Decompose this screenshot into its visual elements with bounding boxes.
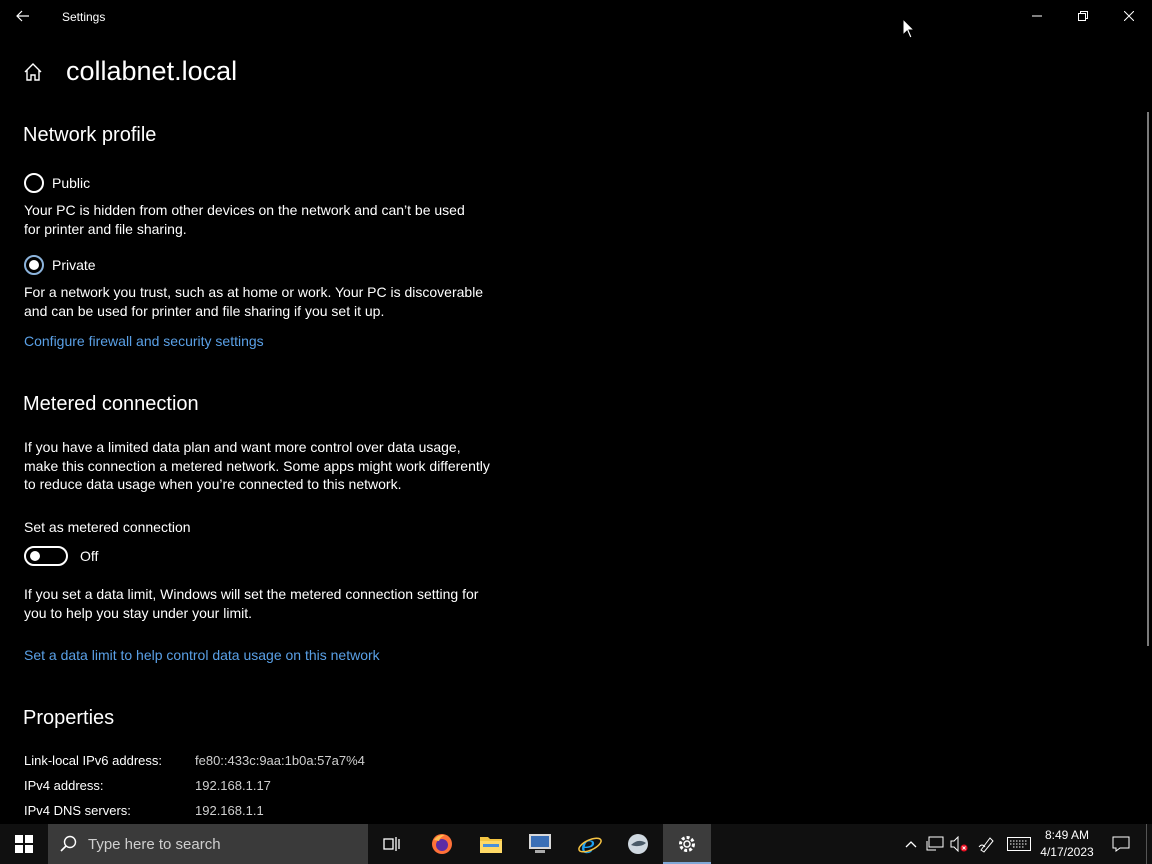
metered-description: If you have a limited data plan and want… [24, 439, 490, 492]
task-view-button[interactable] [368, 824, 416, 864]
close-button[interactable] [1106, 0, 1152, 32]
dns-value: 192.168.1.1 [195, 803, 264, 818]
volume-tray-button[interactable] [948, 824, 970, 864]
close-icon [1124, 11, 1134, 21]
network-icon [926, 836, 944, 851]
metered-connection-heading: Metered connection [23, 393, 199, 415]
back-arrow-icon [16, 10, 29, 22]
volume-muted-icon [950, 836, 968, 852]
private-description: For a network you trust, such as at home… [24, 284, 484, 319]
firefox-icon [432, 834, 452, 854]
restore-icon [1078, 11, 1088, 21]
settings-window: Settings collabnet.local Network profile… [0, 0, 1152, 824]
chevron-up-icon [905, 841, 917, 848]
private-label: Private [52, 257, 96, 273]
restore-button[interactable] [1060, 0, 1106, 32]
page-title: collabnet.local [66, 56, 238, 86]
taskbar-search-input[interactable]: Type here to search [48, 824, 368, 864]
firefox-taskbar-button[interactable] [418, 824, 466, 864]
metered-toggle[interactable] [24, 546, 68, 566]
file-explorer-taskbar-button[interactable] [467, 824, 515, 864]
clock-date: 4/17/2023 [1040, 845, 1094, 859]
data-limit-description: If you set a data limit, Windows will se… [24, 586, 479, 621]
start-button[interactable] [0, 824, 48, 864]
back-button[interactable] [0, 0, 46, 32]
clock-time: 8:49 AM [1044, 828, 1090, 842]
search-icon [60, 835, 78, 853]
public-radio-option[interactable]: Public [24, 173, 90, 193]
settings-taskbar-button[interactable] [663, 824, 711, 864]
metered-toggle-label: Set as metered connection [24, 519, 191, 535]
network-computer-icon [529, 834, 551, 853]
home-button[interactable] [22, 61, 44, 83]
firewall-settings-link[interactable]: Configure firewall and security settings [24, 333, 264, 349]
app-globe-icon [628, 834, 648, 854]
private-radio-option[interactable]: Private [24, 255, 96, 275]
action-center-button[interactable] [1106, 824, 1136, 864]
task-view-icon [383, 837, 400, 851]
properties-heading: Properties [23, 707, 115, 729]
pen-tray-button[interactable] [976, 824, 998, 864]
ipv6-label: Link-local IPv6 address: [24, 753, 163, 768]
network-profile-heading: Network profile [23, 124, 157, 146]
windows-logo-icon [15, 835, 33, 853]
app-taskbar-button[interactable] [614, 824, 662, 864]
show-desktop-button[interactable] [1146, 824, 1147, 864]
scrollbar[interactable] [1147, 112, 1149, 646]
metered-toggle-row: Off [24, 546, 98, 566]
mouse-cursor-icon [902, 18, 916, 39]
public-radio[interactable] [24, 173, 44, 193]
internet-explorer-icon: e [578, 831, 602, 857]
window-title: Settings [62, 10, 106, 24]
ipv4-label: IPv4 address: [24, 778, 104, 793]
public-description: Your PC is hidden from other devices on … [24, 202, 465, 237]
show-hidden-icons-button[interactable] [902, 824, 920, 864]
data-limit-link[interactable]: Set a data limit to help control data us… [24, 647, 380, 663]
internet-explorer-taskbar-button[interactable]: e [566, 824, 614, 864]
dns-label: IPv4 DNS servers: [24, 803, 131, 818]
ipv4-value: 192.168.1.17 [195, 778, 271, 793]
touch-keyboard-button[interactable] [1005, 824, 1033, 864]
metered-toggle-state: Off [80, 548, 99, 564]
home-icon [24, 63, 42, 81]
network-tray-button[interactable] [925, 824, 945, 864]
gear-icon [679, 836, 695, 852]
title-bar: Settings [0, 0, 1152, 32]
network-app-taskbar-button[interactable] [516, 824, 564, 864]
minimize-icon [1032, 15, 1042, 17]
taskbar-clock[interactable]: 8:49 AM 4/17/2023 [1034, 827, 1100, 861]
public-label: Public [52, 175, 91, 191]
ipv6-value: fe80::433c:9aa:1b0a:57a7%4 [195, 753, 365, 768]
minimize-button[interactable] [1014, 0, 1060, 32]
pen-workspace-icon [978, 837, 994, 853]
keyboard-icon [1007, 837, 1031, 851]
taskbar: Type here to search e 8:49 AM 4/17/2023 [0, 824, 1152, 864]
folder-icon [480, 837, 502, 853]
private-radio[interactable] [24, 255, 44, 275]
search-placeholder: Type here to search [88, 835, 221, 853]
notification-icon [1112, 836, 1130, 852]
